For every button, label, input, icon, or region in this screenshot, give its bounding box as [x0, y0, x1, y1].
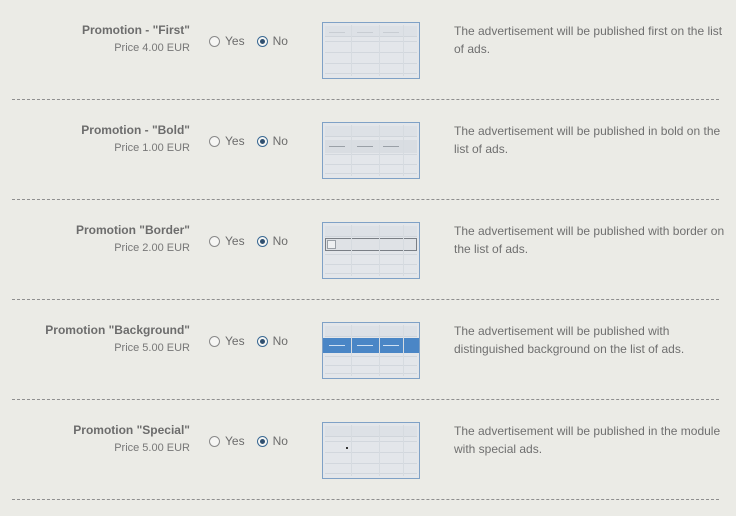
promotion-choice: Yes No	[209, 434, 288, 448]
promotion-price: Price 1.00 EUR	[114, 142, 190, 154]
promotion-choice: Yes No	[209, 334, 288, 348]
promotion-description: The advertisement will be published in t…	[454, 424, 721, 456]
promotion-description: The advertisement will be published firs…	[454, 24, 723, 56]
promotion-choice: Yes No	[209, 234, 288, 248]
promotion-title: Promotion - "First"	[81, 23, 190, 37]
promotion-description: The advertisement will be published in b…	[454, 124, 721, 156]
no-label[interactable]: No	[273, 234, 288, 248]
yes-radio[interactable]	[209, 135, 220, 147]
yes-radio[interactable]	[209, 435, 220, 447]
preview-thumbnail-background	[322, 322, 420, 379]
row-divider	[12, 499, 719, 500]
yes-radio[interactable]	[209, 335, 220, 347]
no-radio[interactable]	[256, 335, 268, 347]
no-radio[interactable]	[256, 35, 268, 47]
yes-label[interactable]: Yes	[225, 134, 245, 148]
preview-thumbnail-special	[322, 422, 420, 479]
preview-thumbnail-border	[322, 222, 420, 279]
promotion-row-special: Promotion "Special" Price 5.00 EUR Yes N…	[0, 400, 736, 500]
promotion-choice: Yes No	[209, 34, 288, 48]
promotion-title: Promotion "Border"	[75, 223, 190, 237]
no-radio[interactable]	[256, 435, 268, 447]
promotion-title: Promotion "Background"	[45, 323, 190, 337]
yes-label[interactable]: Yes	[225, 234, 245, 248]
promotion-row-bold: Promotion - "Bold" Price 1.00 EUR Yes No…	[0, 100, 736, 200]
no-label[interactable]: No	[273, 434, 288, 448]
promotion-description: The advertisement will be published with…	[454, 224, 725, 256]
no-label[interactable]: No	[273, 34, 288, 48]
no-radio[interactable]	[256, 135, 268, 147]
promotion-price: Price 4.00 EUR	[114, 42, 190, 54]
no-label[interactable]: No	[273, 134, 288, 148]
promotion-price: Price 2.00 EUR	[114, 242, 190, 254]
promotion-choice: Yes No	[209, 134, 288, 148]
promotion-row-background: Promotion "Background" Price 5.00 EUR Ye…	[0, 300, 736, 400]
promotion-title: Promotion "Special"	[73, 423, 190, 437]
preview-thumbnail-bold	[322, 122, 420, 179]
promotion-title: Promotion - "Bold"	[81, 123, 190, 137]
no-radio[interactable]	[256, 235, 268, 247]
yes-label[interactable]: Yes	[225, 34, 245, 48]
promotion-price: Price 5.00 EUR	[114, 442, 190, 454]
yes-label[interactable]: Yes	[225, 434, 245, 448]
preview-thumbnail-first	[322, 22, 420, 79]
yes-radio[interactable]	[209, 235, 220, 247]
promotion-row-border: Promotion "Border" Price 2.00 EUR Yes No…	[0, 200, 736, 300]
promotion-row-first: Promotion - "First" Price 4.00 EUR Yes N…	[0, 0, 736, 100]
no-label[interactable]: No	[273, 334, 288, 348]
promotion-options-list: Promotion - "First" Price 4.00 EUR Yes N…	[0, 0, 736, 516]
yes-label[interactable]: Yes	[225, 334, 245, 348]
promotion-price: Price 5.00 EUR	[114, 342, 190, 354]
yes-radio[interactable]	[209, 35, 220, 47]
promotion-description: The advertisement will be published with…	[454, 324, 685, 356]
